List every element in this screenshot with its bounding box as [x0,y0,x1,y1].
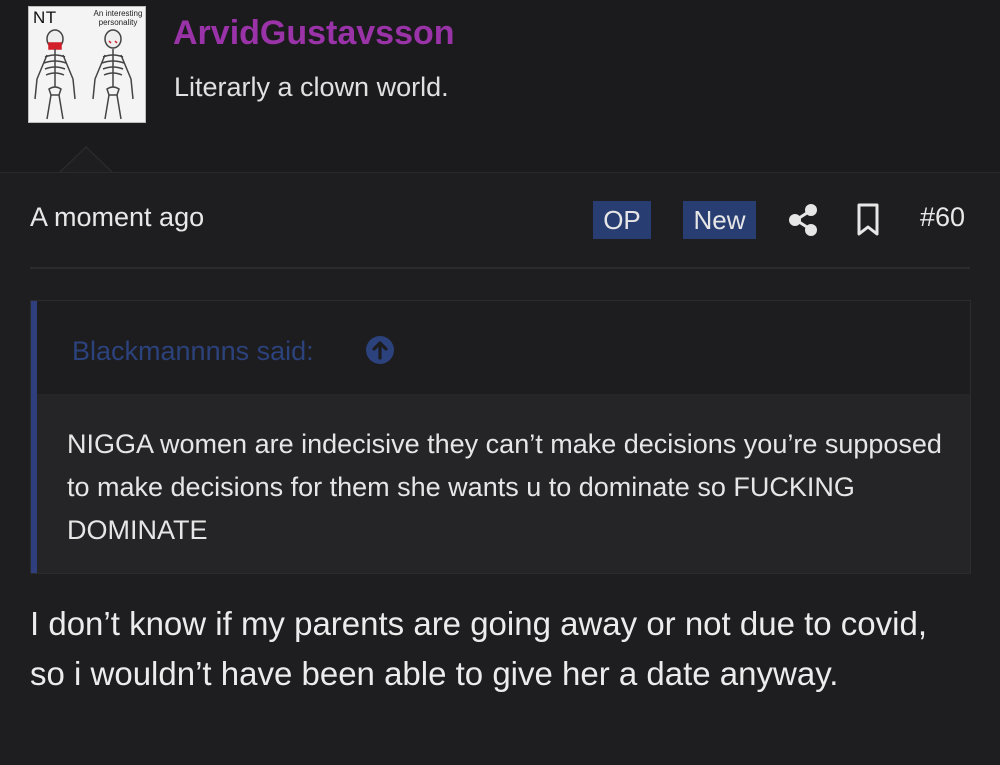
message-user-header [0,0,1000,172]
op-badge: OP [593,201,651,239]
header-border [0,172,1000,173]
bookmark-icon[interactable] [856,203,880,237]
share-icon[interactable] [788,203,818,237]
post-date-link[interactable]: A moment ago [30,202,204,233]
post-divider [30,267,970,269]
user-avatar[interactable]: NT An interesting personality [28,6,146,123]
quote-header: Blackmannnns said: [37,301,970,394]
quote-block: Blackmannnns said: NIGGA women are indec… [30,300,971,574]
post-number-link[interactable]: #60 [920,202,965,233]
post-body-text: I don’t know if my parents are going awa… [30,605,927,692]
quote-author-link[interactable]: Blackmannnns said: [72,336,314,367]
new-badge: New [683,201,756,239]
quote-text: NIGGA women are indecisive they can’t ma… [67,429,942,545]
arrow-up-circle-icon[interactable] [365,335,395,365]
username-link[interactable]: ArvidGustavsson [173,14,455,53]
skeleton-image [34,29,134,120]
user-title: Literarly a clown world. [174,72,449,102]
